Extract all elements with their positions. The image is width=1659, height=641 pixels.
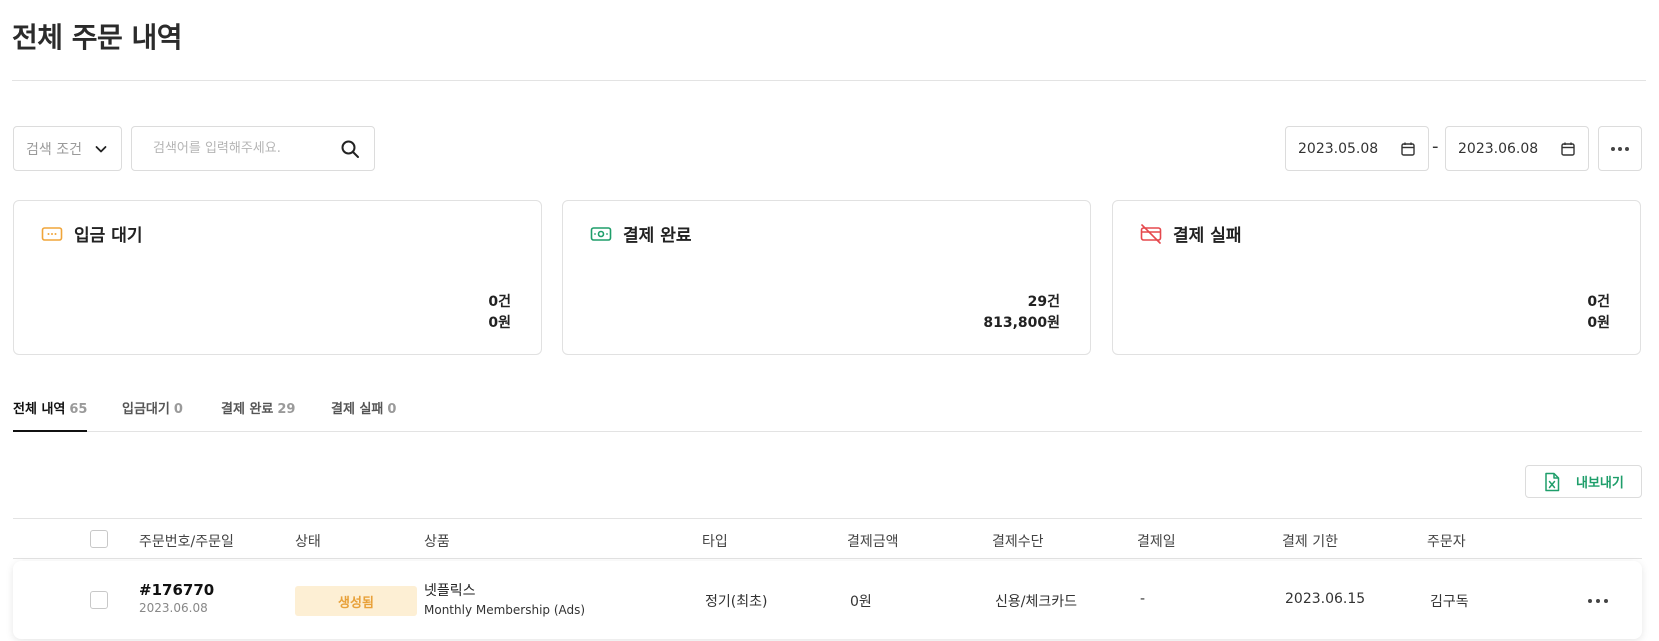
column-header: 결제수단: [992, 534, 1044, 550]
date-separator: -: [1432, 136, 1439, 157]
payment-method: 신용/체크카드: [995, 594, 1077, 610]
cash-icon: [590, 226, 612, 241]
product-plan: Monthly Membership (Ads): [424, 603, 586, 617]
date-start-value: 2023.05.08: [1298, 140, 1379, 157]
search-icon[interactable]: [340, 139, 360, 159]
tab-label: 전체 내역: [13, 402, 66, 417]
payment-due-date: 2023.06.15: [1285, 591, 1366, 607]
export-button[interactable]: 내보내기: [1525, 465, 1642, 498]
row-checkbox[interactable]: [90, 591, 108, 609]
column-header: 주문자: [1427, 534, 1466, 550]
card-title: 결제 실패: [1173, 226, 1242, 246]
date-start-field[interactable]: 2023.05.08: [1285, 126, 1429, 171]
column-header: 결제금액: [847, 534, 899, 550]
page-title: 전체 주문 내역: [12, 21, 183, 54]
payment-date: -: [1140, 591, 1146, 607]
row-more-icon[interactable]: [1583, 591, 1613, 611]
date-end-field[interactable]: 2023.06.08: [1445, 126, 1589, 171]
card-count: 0건: [1587, 294, 1610, 310]
calendar-icon: [1401, 142, 1415, 156]
more-horizontal-icon: [1611, 146, 1629, 151]
tab-pending[interactable]: 입금대기 0: [122, 398, 183, 432]
select-all-checkbox[interactable]: [90, 530, 108, 548]
card-count: 0건: [488, 294, 511, 310]
tab-count: 29: [277, 402, 296, 417]
column-header: 상태: [295, 534, 321, 550]
column-header: 타입: [702, 534, 728, 550]
card-title: 입금 대기: [74, 226, 143, 246]
payment-amount: 0원: [850, 594, 872, 610]
column-header: 결제 기한: [1282, 534, 1338, 550]
table-row[interactable]: #176770 2023.06.08 생성됨 넷플릭스 Monthly Memb…: [13, 561, 1642, 639]
table-header: 주문번호/주문일 상태 상품 타입 결제금액 결제수단 결제일 결제 기한 주문…: [13, 518, 1642, 559]
excel-icon: [1545, 472, 1560, 491]
card-amount: 0원: [1587, 315, 1610, 331]
column-header: 상품: [424, 534, 450, 550]
status-badge: 생성됨: [295, 586, 417, 616]
chevron-down-icon: [95, 145, 107, 152]
tab-all[interactable]: 전체 내역 65: [13, 398, 87, 432]
product-name: 넷플릭스: [424, 583, 476, 599]
tab-complete[interactable]: 결제 완료 29: [221, 398, 295, 432]
card-off-icon: [1140, 223, 1162, 244]
order-tabs: 전체 내역 65 입금대기 0 결제 완료 29 결제 실패 0: [13, 396, 1642, 432]
card-title: 결제 완료: [623, 226, 692, 246]
search-condition-select[interactable]: 검색 조건: [13, 126, 122, 171]
calendar-icon: [1561, 142, 1575, 156]
tab-failed[interactable]: 결제 실패 0: [331, 398, 396, 432]
date-end-value: 2023.06.08: [1458, 140, 1539, 157]
title-divider: [12, 80, 1646, 81]
summary-card-failed: 결제 실패 0건 0원: [1112, 200, 1641, 355]
column-header: 주문번호/주문일: [139, 534, 234, 550]
card-pending-icon: [41, 226, 63, 241]
card-count: 29건: [1027, 294, 1060, 310]
card-amount: 0원: [488, 315, 511, 331]
tab-count: 65: [69, 402, 88, 417]
tab-label: 결제 실패: [331, 402, 384, 417]
card-amount: 813,800원: [983, 315, 1060, 331]
order-number[interactable]: #176770: [139, 581, 214, 599]
search-condition-label: 검색 조건: [26, 141, 82, 158]
search-input[interactable]: [153, 141, 323, 156]
column-header: 결제일: [1137, 534, 1176, 550]
tab-count: 0: [387, 402, 397, 417]
export-label: 내보내기: [1576, 476, 1624, 491]
order-date: 2023.06.08: [139, 601, 208, 615]
tab-count: 0: [173, 402, 183, 417]
customer-name: 김구독: [1430, 594, 1469, 610]
search-box: [131, 126, 375, 171]
payment-type: 정기(최초): [705, 594, 768, 610]
tab-label: 결제 완료: [221, 402, 274, 417]
more-options-button[interactable]: [1598, 126, 1642, 171]
summary-card-pending: 입금 대기 0건 0원: [13, 200, 542, 355]
tab-label: 입금대기: [122, 402, 170, 417]
summary-card-complete: 결제 완료 29건 813,800원: [562, 200, 1091, 355]
